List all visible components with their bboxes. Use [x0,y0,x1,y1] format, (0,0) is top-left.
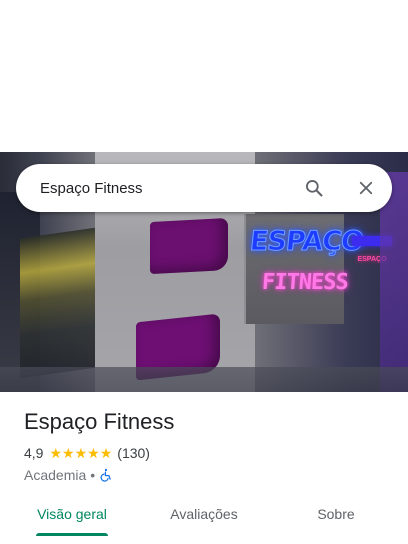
tab-reviews[interactable]: Avaliações [144,492,264,536]
active-tab-indicator [36,533,108,536]
place-category: Academia [24,467,87,483]
rating-value: 4,9 [24,445,44,461]
close-icon [359,181,373,195]
blank-area [0,0,408,152]
separator: • [90,467,96,483]
place-info: Espaço Fitness 4,9 ★ ★ ★ ★ ★ (130) Acade… [24,408,394,484]
search-icon [306,180,323,197]
purple-block [150,217,228,275]
place-title: Espaço Fitness [24,409,175,434]
review-count[interactable]: (130) [117,445,150,461]
star-icon: ★ [62,445,75,461]
star-icon: ★ [74,445,88,461]
wheelchair-icon[interactable] [99,468,113,482]
search-button[interactable] [294,168,334,208]
neon-sign-espaco: ESPAÇO [248,226,365,258]
tab-bar: Visão geral Avaliações Sobre [0,492,408,536]
star-icon: ★ [87,445,100,461]
neon-sign-fitness: FITNESS [261,270,349,295]
star-rating: ★ ★ ★ ★ ★ [49,446,112,460]
tab-about[interactable]: Sobre [264,492,408,536]
tab-overview[interactable]: Visão geral [0,492,144,536]
star-icon: ★ [49,445,63,461]
search-input[interactable]: Espaço Fitness [40,180,294,197]
close-button[interactable] [346,168,386,208]
category-row: Academia • [24,466,394,484]
search-bar[interactable]: Espaço Fitness [16,164,392,212]
rating-row[interactable]: 4,9 ★ ★ ★ ★ ★ (130) [24,444,394,462]
star-icon: ★ [99,445,113,461]
